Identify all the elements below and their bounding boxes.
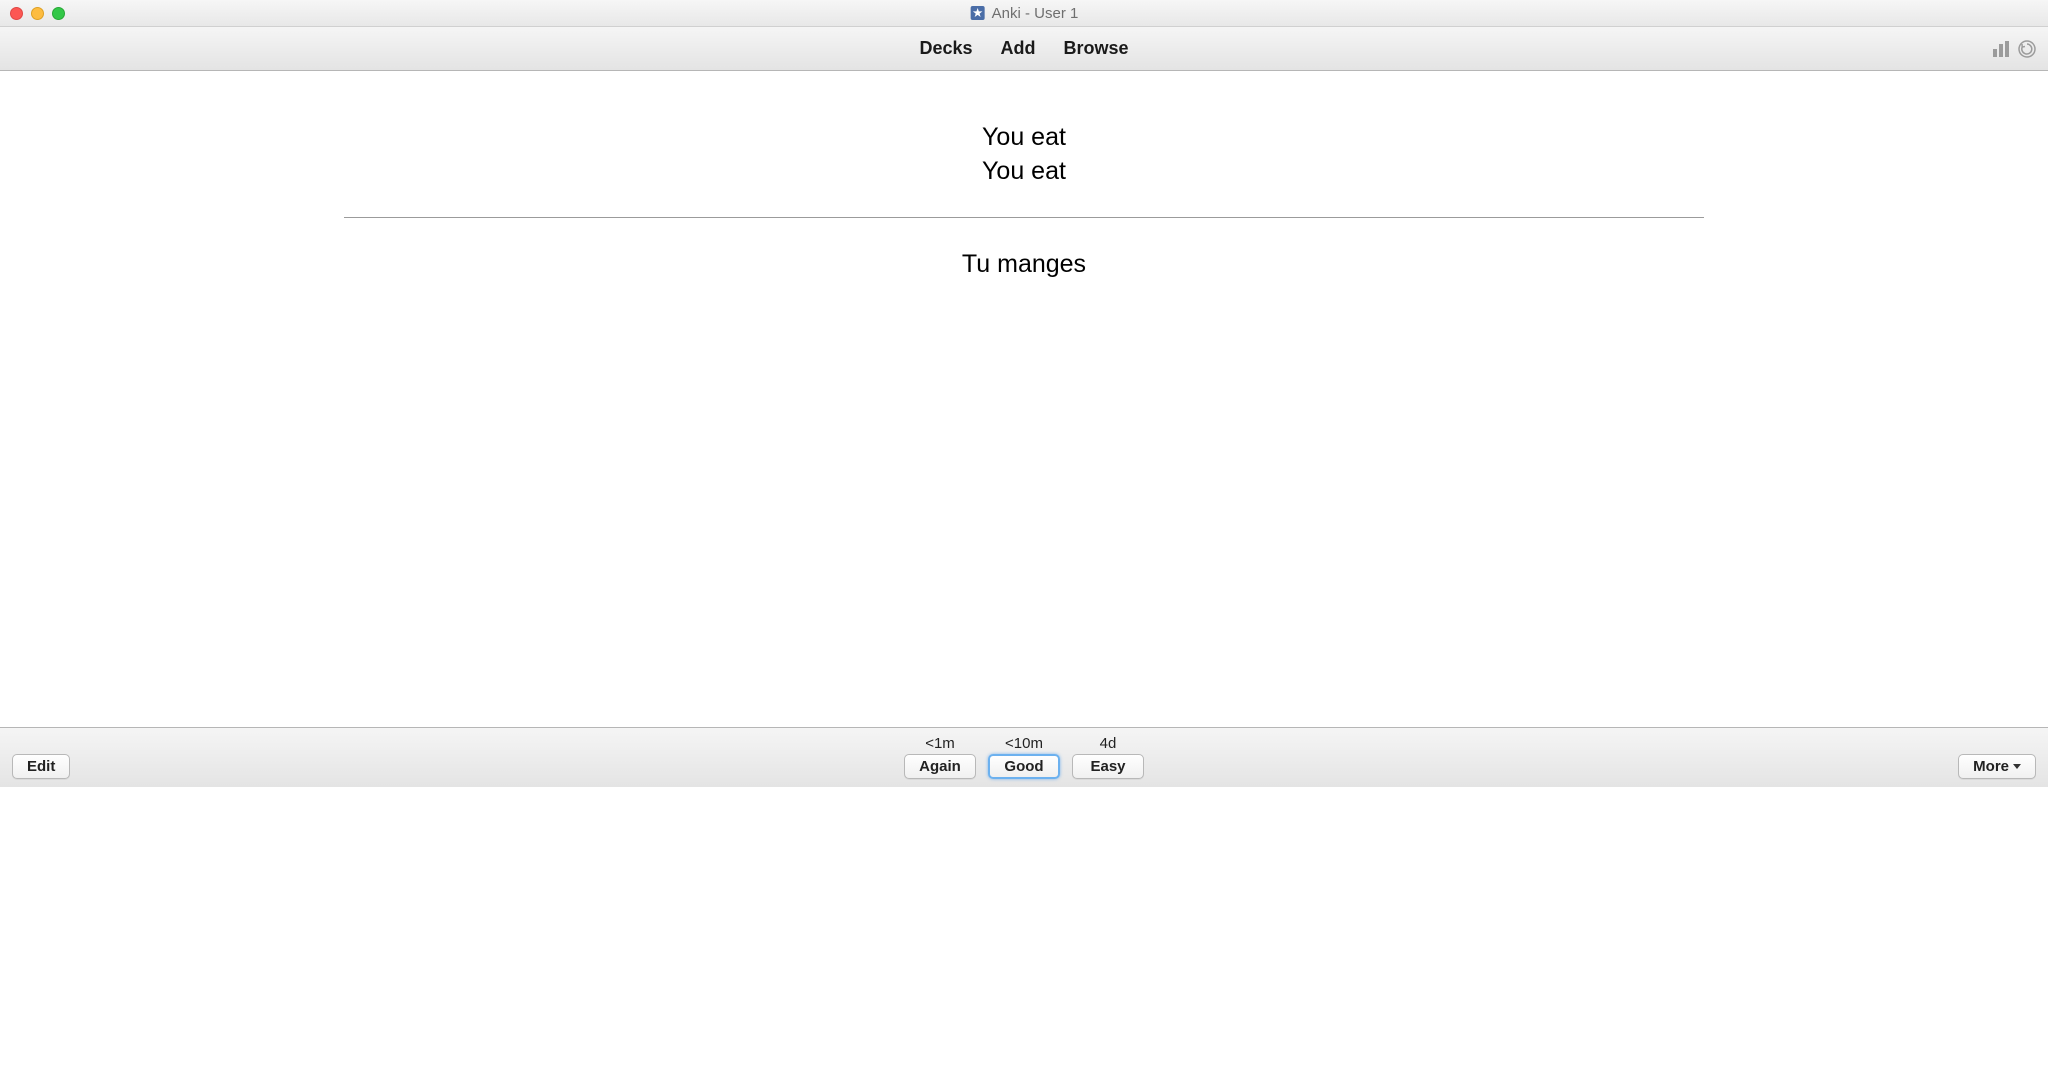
- chevron-down-icon: [2013, 764, 2021, 769]
- nav-decks[interactable]: Decks: [919, 38, 972, 59]
- bottom-right: More: [1958, 754, 2036, 779]
- answer-easy-col: 4d Easy: [1072, 735, 1144, 779]
- anki-app-icon: [970, 5, 986, 21]
- bar-chart-icon[interactable]: [1992, 40, 2010, 58]
- card-area: You eat You eat Tu manges: [0, 71, 2048, 727]
- card-front: You eat You eat: [0, 121, 2048, 189]
- sync-icon[interactable]: [2018, 40, 2036, 58]
- card-front-line1: You eat: [0, 121, 2048, 155]
- good-button[interactable]: Good: [988, 754, 1060, 779]
- interval-good: <10m: [1005, 735, 1043, 752]
- answer-again-col: <1m Again: [904, 735, 976, 779]
- answer-buttons: <1m Again <10m Good 4d Easy: [904, 735, 1144, 779]
- bottom-bar: Edit <1m Again <10m Good 4d Easy More: [0, 727, 2048, 787]
- window-minimize-button[interactable]: [31, 7, 44, 20]
- interval-again: <1m: [925, 735, 955, 752]
- toolbar: Decks Add Browse: [0, 27, 2048, 71]
- more-button[interactable]: More: [1958, 754, 2036, 779]
- again-button[interactable]: Again: [904, 754, 976, 779]
- more-button-label: More: [1973, 758, 2009, 775]
- nav-browse[interactable]: Browse: [1064, 38, 1129, 59]
- card-divider: [344, 217, 1704, 218]
- title-bar: Anki - User 1: [0, 0, 2048, 27]
- edit-button[interactable]: Edit: [12, 754, 70, 779]
- traffic-lights: [10, 7, 65, 20]
- answer-good-col: <10m Good: [988, 735, 1060, 779]
- window-close-button[interactable]: [10, 7, 23, 20]
- toolbar-right: [1992, 40, 2036, 58]
- card-front-line2: You eat: [0, 155, 2048, 189]
- window-title: Anki - User 1: [992, 5, 1079, 22]
- easy-button[interactable]: Easy: [1072, 754, 1144, 779]
- toolbar-nav: Decks Add Browse: [919, 38, 1128, 59]
- nav-add[interactable]: Add: [1001, 38, 1036, 59]
- interval-easy: 4d: [1100, 735, 1117, 752]
- title-bar-center: Anki - User 1: [970, 5, 1079, 22]
- window-maximize-button[interactable]: [52, 7, 65, 20]
- bottom-left: Edit: [12, 754, 70, 779]
- card-back: Tu manges: [0, 250, 2048, 279]
